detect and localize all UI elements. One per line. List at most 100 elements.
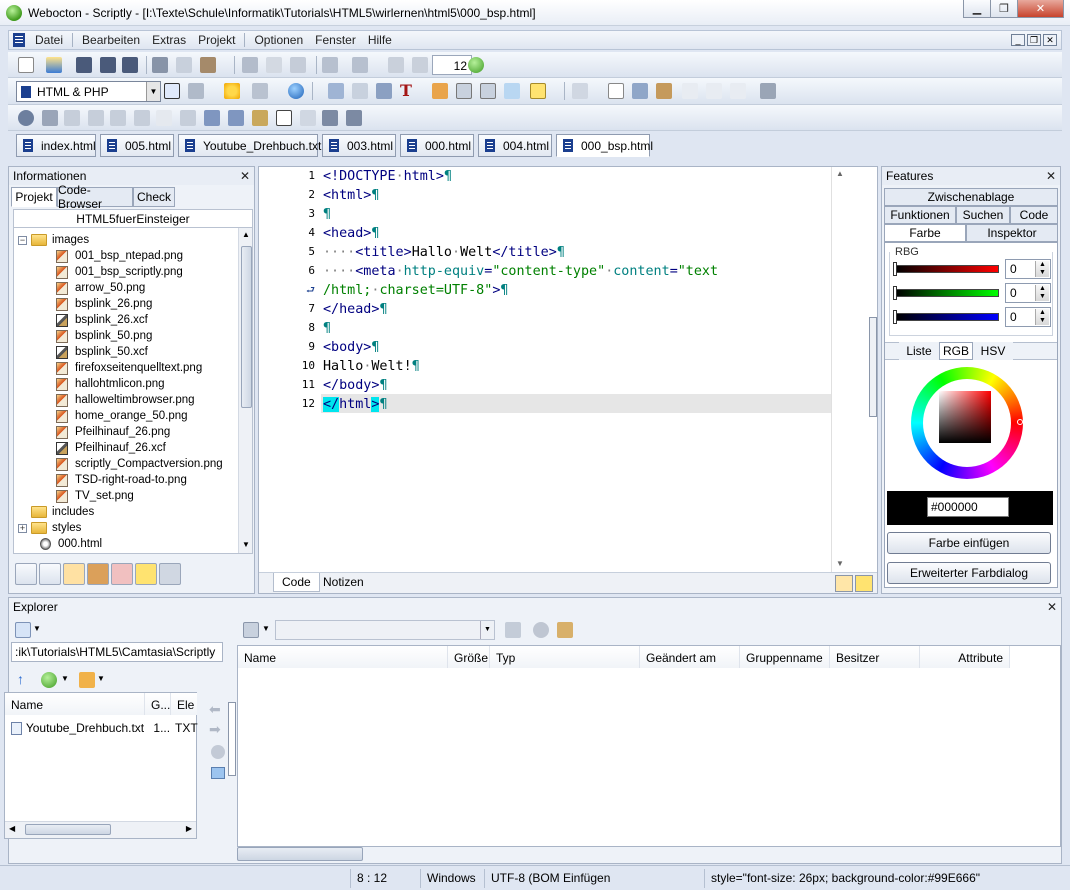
- tab-liste[interactable]: Liste: [899, 342, 939, 360]
- palette-icon[interactable]: [656, 83, 672, 99]
- redo-icon[interactable]: [352, 57, 368, 73]
- indent-icon[interactable]: [412, 57, 428, 73]
- spinner-arrows-icon[interactable]: ▲ ▼: [1035, 261, 1049, 277]
- tree-file[interactable]: 001_bsp_scriptly.png: [56, 264, 183, 280]
- spinner-arrows-icon[interactable]: ▲ ▼: [1035, 309, 1049, 325]
- tab-code-browser[interactable]: Code-Browser: [57, 183, 133, 211]
- image-icon[interactable]: [352, 83, 368, 99]
- columns-icon[interactable]: [300, 110, 316, 126]
- code-line[interactable]: <html>¶: [323, 186, 379, 205]
- box-icon[interactable]: [252, 110, 268, 126]
- mdi-close-button[interactable]: ✕: [1043, 34, 1057, 46]
- tree-file[interactable]: firefoxseitenquelltext.png: [56, 360, 202, 376]
- menu-extras[interactable]: Extras: [146, 33, 192, 47]
- scroll-down-icon[interactable]: ▼: [242, 540, 250, 549]
- column-name[interactable]: Name: [5, 693, 145, 715]
- wand-icon[interactable]: [706, 83, 722, 99]
- disabled-icon[interactable]: [760, 83, 776, 99]
- table-layout-icon[interactable]: [276, 110, 292, 126]
- tree-scrollbar[interactable]: ▲ ▼: [238, 228, 252, 553]
- tree-file[interactable]: TSD-right-road-to.png: [56, 472, 187, 488]
- paste-icon[interactable]: [290, 57, 306, 73]
- view-icon[interactable]: [243, 622, 259, 638]
- tree-file[interactable]: bsplink_50.xcf: [56, 344, 148, 360]
- code-line[interactable]: </body>¶: [323, 376, 388, 395]
- preview-icon[interactable]: [176, 57, 192, 73]
- code-editor[interactable]: 1 2 3 4 5 6 ⮐ 7 8 9 10 11 12 <!DOCTYPE·h…: [258, 166, 878, 594]
- table-icon[interactable]: [63, 563, 85, 585]
- blue-slider[interactable]: [895, 313, 999, 321]
- spinner-arrows-icon[interactable]: ▲ ▼: [1035, 285, 1049, 301]
- column-size[interactable]: G...: [145, 693, 171, 715]
- menu-fenster[interactable]: Fenster: [309, 33, 362, 47]
- tab-code-features[interactable]: Code: [1010, 206, 1058, 224]
- column-attribute[interactable]: Attribute: [920, 646, 1010, 668]
- validate-icon[interactable]: [18, 110, 34, 126]
- link-icon[interactable]: [376, 83, 392, 99]
- collapse-icon[interactable]: −: [18, 235, 27, 245]
- tree-folder[interactable]: includes: [18, 504, 94, 520]
- tree-scroll-thumb[interactable]: [241, 246, 252, 408]
- list-icon[interactable]: [572, 83, 588, 99]
- arrow-right-icon[interactable]: ➡: [209, 721, 221, 738]
- scroll-up-icon[interactable]: ▲: [242, 230, 250, 239]
- hex-input[interactable]: #000000: [927, 497, 1009, 517]
- undo-icon[interactable]: [322, 57, 338, 73]
- print-icon[interactable]: [152, 57, 168, 73]
- table-icon[interactable]: [456, 83, 472, 99]
- home-icon[interactable]: [200, 57, 216, 73]
- close-button[interactable]: ✕: [1017, 0, 1064, 18]
- code-line[interactable]: <!DOCTYPE·html>¶: [323, 167, 452, 186]
- tab-notizen[interactable]: Notizen: [315, 573, 372, 592]
- indent-text-icon[interactable]: [180, 110, 196, 126]
- green-value-input[interactable]: 0 ▲ ▼: [1005, 283, 1051, 303]
- tree-file[interactable]: halloweltimbrowser.png: [56, 392, 195, 408]
- drive-icon[interactable]: [15, 622, 31, 638]
- stop-icon[interactable]: [533, 622, 549, 638]
- layout-icon[interactable]: [188, 83, 204, 99]
- chevron-down-icon[interactable]: ▼: [61, 674, 69, 683]
- list-view-icon[interactable]: [64, 110, 80, 126]
- comment-icon[interactable]: [682, 83, 698, 99]
- tab-zwischenablage[interactable]: Zwischenablage: [884, 188, 1058, 206]
- settings-icon[interactable]: [211, 745, 225, 759]
- editor-scrollbar[interactable]: ▲ ▼: [831, 167, 847, 572]
- expand-icon[interactable]: +: [18, 523, 27, 533]
- disk-icon[interactable]: [159, 563, 181, 585]
- tab-funktionen[interactable]: Funktionen: [884, 206, 956, 224]
- chevron-down-icon[interactable]: ▼: [33, 624, 41, 633]
- palette-icon[interactable]: [87, 563, 109, 585]
- code-line[interactable]: <head>¶: [323, 224, 379, 243]
- code-line[interactable]: </html>¶: [323, 395, 388, 414]
- code-line[interactable]: ····<title>Hallo·Welt</title>¶: [323, 243, 565, 262]
- up-folder-icon[interactable]: [505, 622, 521, 638]
- picture-icon[interactable]: [632, 83, 648, 99]
- menu-datei[interactable]: Datei: [29, 33, 69, 47]
- code-line[interactable]: ¶: [323, 205, 331, 224]
- up-arrow-icon[interactable]: ↑: [17, 671, 24, 687]
- menu-optionen[interactable]: Optionen: [248, 33, 309, 47]
- new-file-icon[interactable]: [18, 57, 34, 73]
- mdi-restore-button[interactable]: ❐: [1027, 34, 1041, 46]
- scroll-down-icon[interactable]: ▼: [836, 559, 844, 568]
- refresh-icon[interactable]: [211, 767, 225, 779]
- column-besitzer[interactable]: Besitzer: [830, 646, 920, 668]
- tree-file[interactable]: bsplink_26.png: [56, 296, 152, 312]
- tab-check[interactable]: Check: [133, 187, 175, 207]
- tools-icon[interactable]: [39, 563, 61, 585]
- saturation-square[interactable]: [939, 391, 991, 443]
- tab-hsv[interactable]: HSV: [973, 342, 1013, 360]
- list-item[interactable]: Youtube_Drehbuch.txt 1... TXT: [7, 719, 198, 737]
- tree-file[interactable]: home_orange_50.png: [56, 408, 188, 424]
- mdi-minimize-button[interactable]: _: [1011, 34, 1025, 46]
- scroll-up-icon[interactable]: ▲: [836, 169, 844, 178]
- tag-icon[interactable]: [252, 83, 268, 99]
- tab-inspektor[interactable]: Inspektor: [966, 224, 1058, 242]
- text-format-icon[interactable]: T: [400, 81, 412, 100]
- scroll-right-icon[interactable]: ▶: [186, 824, 192, 833]
- home-page-icon[interactable]: [432, 83, 448, 99]
- close-icon[interactable]: ✕: [240, 169, 250, 183]
- favorites-icon[interactable]: [79, 672, 95, 688]
- path-input[interactable]: :ik\Tutorials\HTML5\Camtasia\Scriptly: [11, 642, 223, 662]
- tree-file[interactable]: Pfeilhinauf_26.png: [56, 424, 170, 440]
